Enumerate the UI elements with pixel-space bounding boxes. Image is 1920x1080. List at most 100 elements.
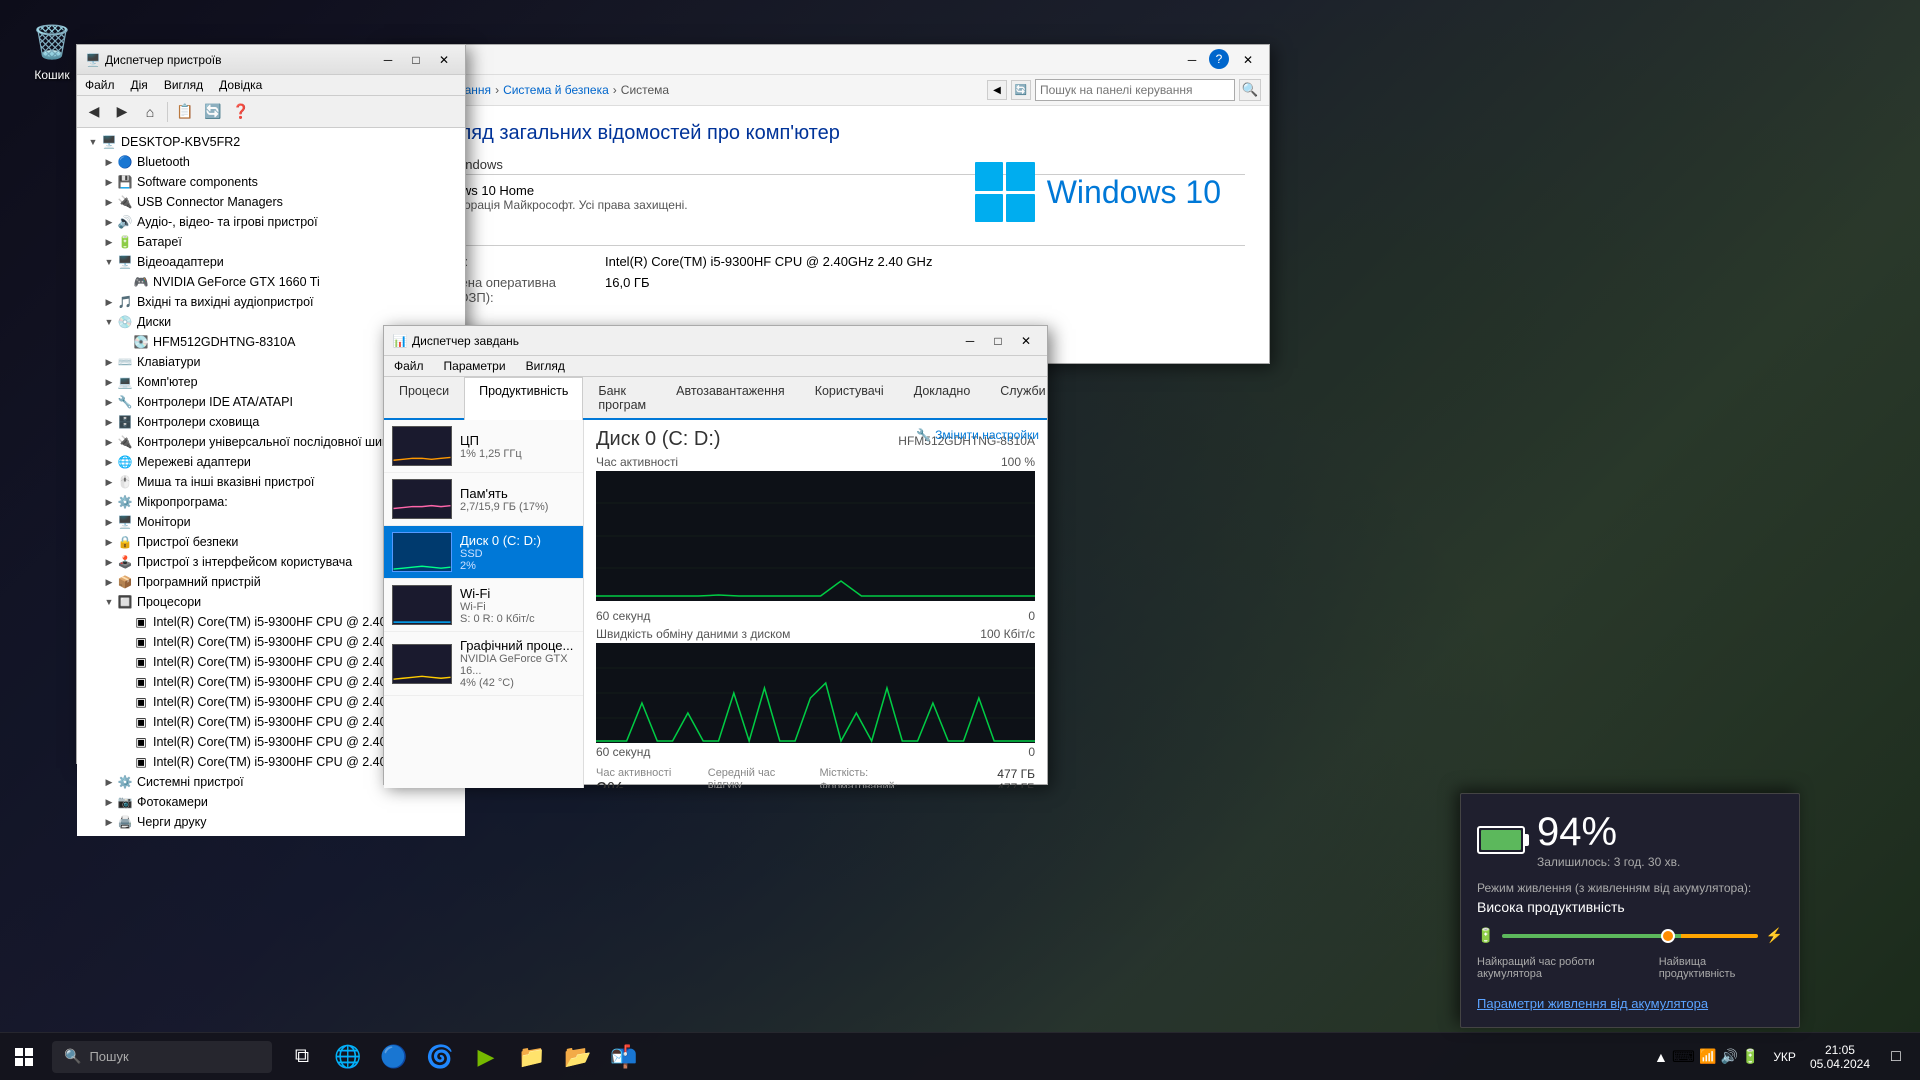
battery-mode-label: Режим живлення (з живленням від акумулят… [1477,881,1783,895]
taskbar-search[interactable]: 🔍 Пошук [52,1041,272,1073]
search-button[interactable]: 🔍 [1239,79,1261,101]
expand-bluetooth[interactable]: ▶ [101,154,117,170]
dm-minimize-button[interactable]: ─ [375,49,401,71]
dm-properties-button[interactable]: 📋 [172,99,198,125]
taskbar-edge-1[interactable]: 🌐 [326,1035,370,1079]
tab-users[interactable]: Користувачі [800,377,899,418]
sys-close-button[interactable]: ✕ [1235,49,1261,71]
battery-settings-link[interactable]: Параметри живлення від акумулятора [1477,996,1783,1011]
expand-computer[interactable]: ▶ [101,374,117,390]
recycle-bin-icon[interactable]: 🗑️ Кошик [20,20,84,82]
sidebar-item-disk[interactable]: Диск 0 (C: D:) SSD 2% [384,526,583,579]
expand-display[interactable]: ▼ [101,254,117,270]
breadcrumb-sep-1: › [495,83,499,97]
taskbar-app-6[interactable]: 📬 [602,1035,646,1079]
expand-software[interactable]: ▶ [101,174,117,190]
taskbar-edge-3[interactable]: 🌀 [418,1035,462,1079]
dm-menu-file[interactable]: Файл [77,75,123,95]
tree-item-audio-io[interactable]: ▶ 🎵 Вхідні та вихідні аудіопристрої [77,292,465,312]
taskbar-edge-2[interactable]: 🔵 [372,1035,416,1079]
expand-mouse[interactable]: ▶ [101,474,117,490]
expand-root[interactable]: ▼ [85,134,101,150]
notification-button[interactable]: □ [1880,1035,1912,1079]
tm-menu-params[interactable]: Параметри [434,356,516,376]
help-button[interactable]: ? [1209,49,1229,69]
expand-usb[interactable]: ▶ [101,194,117,210]
dm-help-button[interactable]: ❓ [228,99,254,125]
tray-battery-icon[interactable]: 🔋 [1742,1048,1759,1065]
tab-details[interactable]: Докладно [899,377,986,418]
search-input[interactable] [1035,79,1235,101]
tab-app-history[interactable]: Банк програм [583,377,661,418]
expand-camera[interactable]: ▶ [101,794,117,810]
tm-menu-file[interactable]: Файл [384,356,434,376]
language-indicator[interactable]: УКР [1769,1050,1800,1064]
dm-menu-action[interactable]: Дія [123,75,156,95]
sys-minimize-button[interactable]: ─ [1179,49,1205,71]
expand-firmware[interactable]: ▶ [101,494,117,510]
dm-back-button[interactable]: ◀ [81,99,107,125]
tm-minimize-button[interactable]: ─ [957,330,983,352]
tm-maximize-button[interactable]: □ [985,330,1011,352]
tab-services[interactable]: Служби [985,377,1060,418]
tray-icon-1[interactable]: ▲ [1654,1049,1668,1065]
tm-menu-view[interactable]: Вигляд [516,356,575,376]
expand-security[interactable]: ▶ [101,534,117,550]
dm-refresh-button[interactable]: 🔄 [200,99,226,125]
tree-item-software[interactable]: ▶ 💾 Software components [77,172,465,192]
tree-item-audio[interactable]: ▶ 🔊 Аудіо-, відео- та ігрові пристрої [77,212,465,232]
sidebar-item-gpu[interactable]: Графічний проце... NVIDIA GeForce GTX 16… [384,632,583,696]
tab-startup[interactable]: Автозавантаження [661,377,800,418]
expand-system-devices[interactable]: ▶ [101,774,117,790]
tree-item-display[interactable]: ▼ 🖥️ Відеоадаптери [77,252,465,272]
expand-battery[interactable]: ▶ [101,234,117,250]
dm-maximize-button[interactable]: □ [403,49,429,71]
clock[interactable]: 21:05 05.04.2024 [1802,1043,1878,1071]
expand-disk[interactable]: ▼ [101,314,117,330]
settings-link[interactable]: 🔧 Змінити настройки [916,428,1039,442]
tree-item-bluetooth[interactable]: ▶ 🔵 Bluetooth [77,152,465,172]
nav-back-button[interactable]: ◀ [987,80,1007,100]
expand-audio[interactable]: ▶ [101,214,117,230]
expand-hid[interactable]: ▶ [101,554,117,570]
sidebar-item-memory[interactable]: Пам'ять 2,7/15,9 ГБ (17%) [384,473,583,526]
start-button[interactable] [0,1033,48,1080]
tray-volume-icon[interactable]: 🔊 [1720,1048,1737,1065]
tab-processes[interactable]: Процеси [384,377,464,418]
tray-wifi-icon[interactable]: 📶 [1699,1048,1716,1065]
expand-ide[interactable]: ▶ [101,394,117,410]
tray-keyboard-icon[interactable]: ⌨ [1672,1047,1695,1067]
expand-audio-io[interactable]: ▶ [101,294,117,310]
expand-network[interactable]: ▶ [101,454,117,470]
dm-menu-view[interactable]: Вигляд [156,75,211,95]
dm-menu-help[interactable]: Довідка [211,75,270,95]
tree-item-gpu[interactable]: ▶ 🎮 NVIDIA GeForce GTX 1660 Ti [77,272,465,292]
tm-close-button[interactable]: ✕ [1013,330,1039,352]
sidebar-item-wifi[interactable]: Wi-Fi Wi-Fi S: 0 R: 0 Кбіт/с [384,579,583,632]
tab-performance[interactable]: Продуктивність [464,377,583,420]
taskbar-nvidia[interactable]: ▶ [464,1035,508,1079]
dm-forward-button[interactable]: ▶ [109,99,135,125]
nav-refresh-button[interactable]: 🔄 [1011,80,1031,100]
expand-monitors[interactable]: ▶ [101,514,117,530]
taskbar-taskview[interactable]: ⧉ [280,1035,324,1079]
expand-storage[interactable]: ▶ [101,414,117,430]
expand-usb-ctrl[interactable]: ▶ [101,434,117,450]
expand-software-dev[interactable]: ▶ [101,574,117,590]
sidebar-item-cpu[interactable]: ЦП 1% 1,25 ГГц [384,420,583,473]
dm-close-button[interactable]: ✕ [431,49,457,71]
dm-home-button[interactable]: ⌂ [137,99,163,125]
tree-item-battery[interactable]: ▶ 🔋 Батареї [77,232,465,252]
settings-link-text: Змінити настройки [935,428,1039,442]
expand-cpu[interactable]: ▼ [101,594,117,610]
breadcrumb-sep-2: › [613,83,617,97]
expand-keyboard[interactable]: ▶ [101,354,117,370]
breadcrumb-item-2[interactable]: Система й безпека [503,83,609,97]
taskbar-app-5[interactable]: 📂 [556,1035,600,1079]
expand-print[interactable]: ▶ [101,814,117,830]
taskbar-explorer[interactable]: 📁 [510,1035,554,1079]
tree-item-usb[interactable]: ▶ 🔌 USB Connector Managers [77,192,465,212]
tree-item-root[interactable]: ▼ 🖥️ DESKTOP-KBV5FR2 [77,132,465,152]
tree-item-print[interactable]: ▶ 🖨️ Черги друку [77,812,465,832]
tree-item-camera[interactable]: ▶ 📷 Фотокамери [77,792,465,812]
